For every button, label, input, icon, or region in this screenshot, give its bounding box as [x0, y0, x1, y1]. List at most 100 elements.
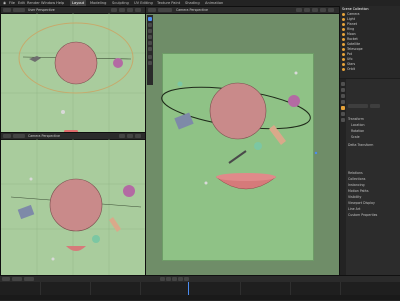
outliner-item[interactable]: Moon — [342, 32, 356, 36]
viewport-top-left[interactable]: User Perspective — [0, 6, 146, 134]
shading-button[interactable] — [119, 134, 125, 138]
overlay-button[interactable] — [296, 8, 302, 12]
panel-motion-paths[interactable]: Motion Paths — [348, 189, 368, 193]
outliner-item[interactable]: Telescope — [342, 47, 363, 51]
tool-tab-icon[interactable] — [341, 82, 345, 86]
gizmo-button[interactable] — [135, 134, 141, 138]
outliner-item-label: Orbit — [347, 67, 355, 71]
gizmo-button[interactable] — [135, 8, 141, 12]
next-key-icon[interactable] — [178, 277, 183, 281]
render-tab-icon[interactable] — [341, 88, 345, 92]
panel-viewport-display[interactable]: Viewport Display — [348, 201, 375, 205]
object-tab-icon[interactable] — [341, 106, 345, 110]
modifier-tab-icon[interactable] — [341, 112, 345, 116]
editor-type-button[interactable] — [3, 134, 11, 138]
outliner-item-label: Pot — [347, 52, 353, 56]
outliner-item[interactable]: Rocket — [342, 37, 358, 41]
mesh-icon — [342, 52, 345, 56]
outliner-item-label: Satellite — [347, 42, 361, 46]
outliner-scene-collection[interactable]: Scene Collection — [342, 7, 369, 11]
output-tab-icon[interactable] — [341, 94, 345, 98]
satellite — [174, 112, 194, 130]
panel-instancing[interactable]: Instancing — [348, 183, 365, 187]
outliner-item[interactable]: Satellite — [342, 42, 360, 46]
xray-button[interactable] — [312, 8, 318, 12]
outliner-item-label: Rocket — [347, 37, 358, 41]
object-mode-dropdown[interactable] — [158, 8, 172, 12]
planet — [49, 178, 103, 232]
jump-end-icon[interactable] — [184, 277, 189, 281]
object-mode-dropdown[interactable] — [13, 8, 25, 12]
panel-custom-properties[interactable]: Custom Properties — [348, 213, 377, 217]
curve-icon — [342, 67, 345, 71]
panel-delta-transform[interactable]: Delta Transform — [348, 143, 373, 147]
panel-visibility[interactable]: Visibility — [348, 195, 361, 199]
outliner-item[interactable]: Planet — [342, 22, 357, 26]
editor-type-button[interactable] — [3, 8, 11, 12]
outliner-item-label: Moon — [347, 32, 356, 36]
shading-button[interactable] — [304, 8, 310, 12]
mesh-icon — [342, 37, 345, 41]
panel-line-art[interactable]: Line Art — [348, 207, 360, 211]
xray-button[interactable] — [127, 8, 133, 12]
outliner-item[interactable]: Orbit — [342, 67, 355, 71]
timeline-gridline — [90, 282, 91, 295]
outliner-item[interactable]: Light — [342, 17, 355, 21]
outliner-item[interactable]: Ufo — [342, 57, 352, 61]
gizmo-button[interactable] — [320, 8, 326, 12]
camera-icon — [342, 12, 345, 16]
prev-key-icon[interactable] — [166, 277, 171, 281]
outliner-item-label: Planet — [347, 22, 357, 26]
outliner-item-label: Camera — [347, 12, 360, 16]
moon — [123, 185, 135, 197]
panel-transform[interactable]: Transform — [348, 117, 364, 121]
object-mode-dropdown[interactable] — [13, 134, 25, 138]
outliner-item-label: Scene Collection — [342, 7, 369, 11]
overlay-button[interactable] — [111, 8, 117, 12]
object-name-field[interactable] — [348, 104, 368, 108]
panel-collections[interactable]: Collections — [348, 177, 365, 181]
timeline-gridline — [40, 282, 41, 295]
outliner-item[interactable]: Pot — [342, 52, 352, 56]
material-tab-icon[interactable] — [341, 118, 345, 122]
viewport-scene-bottom-left — [1, 139, 145, 276]
mesh-icon — [342, 22, 345, 26]
planet — [54, 41, 98, 85]
field-location[interactable]: Location — [351, 123, 364, 127]
scene-tab-icon[interactable] — [341, 100, 345, 104]
outliner-item[interactable]: Ring — [342, 27, 354, 31]
play-icon[interactable] — [172, 277, 177, 281]
satellite — [17, 204, 35, 220]
panel-relations[interactable]: Relations — [348, 171, 363, 175]
field-scale[interactable]: Scale — [351, 135, 360, 139]
timeline-gridline — [140, 282, 141, 295]
mesh-icon — [342, 47, 345, 51]
mesh-icon — [342, 62, 345, 66]
rocket — [109, 217, 121, 232]
moon — [113, 58, 123, 68]
light-icon — [342, 17, 345, 21]
outliner-item[interactable]: Camera — [342, 12, 360, 16]
viewport-main[interactable]: Camera Perspective — [145, 6, 340, 277]
timeline-playhead[interactable] — [188, 282, 189, 295]
field-rotation[interactable]: Rotation — [351, 129, 364, 133]
status-bar — [0, 295, 400, 300]
playback-dropdown[interactable] — [12, 277, 22, 281]
editor-type-button[interactable] — [148, 8, 156, 12]
camera-view-button[interactable] — [328, 8, 334, 12]
editor-type-button[interactable] — [2, 277, 10, 281]
viewport-bottom-left[interactable]: Camera Perspective — [0, 132, 146, 277]
timeline-gridline — [240, 282, 241, 295]
object-data-field[interactable] — [370, 104, 380, 108]
outliner-item[interactable]: Stars — [342, 62, 355, 66]
outliner-item-label: Ufo — [347, 57, 353, 61]
outliner-item-label: Light — [347, 17, 355, 21]
shading-button[interactable] — [119, 8, 125, 12]
xray-button[interactable] — [127, 134, 133, 138]
jump-start-icon[interactable] — [160, 277, 165, 281]
outliner-item-label: Ring — [347, 27, 355, 31]
outliner-panel: Scene Collection Camera Light Planet Rin… — [339, 6, 400, 78]
properties-tab-column — [340, 79, 346, 275]
outliner-item-label: Stars — [347, 62, 356, 66]
keying-dropdown[interactable] — [24, 277, 34, 281]
